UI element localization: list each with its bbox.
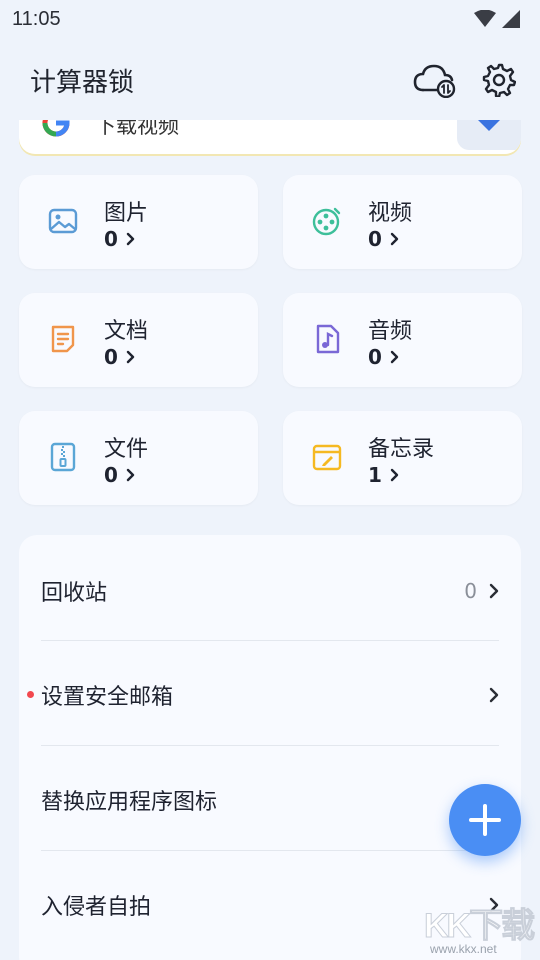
divider [41,640,499,641]
banner-text: 下载视频 [95,120,179,138]
row-label: 设置安全邮箱 [41,685,174,710]
card-count: 0 [104,463,135,487]
watermark-url: www.kkx.net [430,942,497,956]
download-video-banner[interactable]: 下载视频 [19,120,521,154]
count-value: 0 [104,227,118,251]
videos-card[interactable]: 视频 0 [283,175,522,269]
card-label: 音频 [368,319,413,344]
cloud-sync-icon [413,64,456,98]
count-value: 0 [104,345,118,369]
card-count: 0 [104,227,135,251]
film-reel-icon [311,205,343,237]
card-label: 视频 [368,201,413,226]
notification-dot [27,691,34,698]
documents-card[interactable]: 文档 0 [19,293,258,387]
chevron-right-icon [390,232,399,246]
files-card[interactable]: 文件 0 [19,411,258,505]
recycle-bin-row[interactable]: 回收站 0 [41,539,499,643]
document-icon [47,323,79,355]
chevron-right-icon [390,350,399,364]
chevron-right-icon [126,350,135,364]
system-icons [474,10,520,28]
wifi-icon [474,10,496,27]
notes-card[interactable]: 备忘录 1 [283,411,522,505]
chevron-right-icon [390,468,399,482]
note-edit-icon [311,441,343,473]
settings-list: 回收站 0 设置安全邮箱 替换应用程序图标 入侵者自拍 [19,535,521,960]
count-value: 1 [368,463,382,487]
cellular-signal-icon [502,10,520,28]
status-time: 11:05 [12,7,61,30]
chevron-right-icon [489,687,499,703]
row-value: 0 [464,579,477,603]
photos-card[interactable]: 图片 0 [19,175,258,269]
page-title: 计算器锁 [30,67,135,98]
settings-button[interactable] [476,57,522,103]
music-note-icon [311,323,343,355]
status-bar: 11:05 [0,0,540,38]
count-value: 0 [368,345,382,369]
zip-file-icon [47,441,79,473]
divider [41,745,499,746]
secure-email-row[interactable]: 设置安全邮箱 [27,643,499,747]
card-count: 1 [368,463,399,487]
download-arrow-icon [478,120,500,131]
google-icon [42,120,70,137]
app-bar: 计算器锁 [0,50,540,110]
count-value: 0 [368,227,382,251]
download-button[interactable] [457,120,521,150]
image-icon [47,205,79,237]
replace-app-icon-row[interactable]: 替换应用程序图标 [41,748,499,852]
row-label: 替换应用程序图标 [41,790,218,815]
chevron-right-icon [126,232,135,246]
count-value: 0 [104,463,118,487]
chevron-right-icon [126,468,135,482]
card-label: 图片 [104,201,149,226]
cloud-sync-button[interactable] [412,57,458,103]
watermark-main: KK下载 [423,907,535,946]
audio-card[interactable]: 音频 0 [283,293,522,387]
card-label: 备忘录 [368,437,435,462]
row-label: 回收站 [41,581,108,606]
card-label: 文档 [104,319,149,344]
card-count: 0 [368,227,399,251]
plus-icon [469,804,501,836]
watermark-logo: KK下载 www.kkx.net [420,898,540,960]
row-label: 入侵者自拍 [41,895,152,920]
card-count: 0 [104,345,135,369]
add-button[interactable] [449,784,521,856]
gear-icon [482,63,516,97]
card-count: 0 [368,345,399,369]
card-label: 文件 [104,437,149,462]
chevron-right-icon [489,583,499,599]
divider [41,850,499,851]
